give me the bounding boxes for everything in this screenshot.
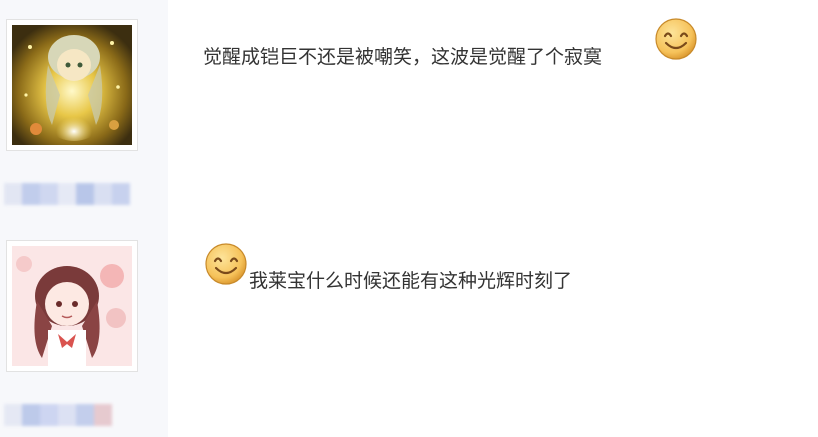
user-avatar[interactable] <box>6 240 138 372</box>
username-blurred[interactable] <box>4 181 130 207</box>
comment-text: 觉醒成铠巨不还是被嘲笑，这波是觉醒了个寂寞 <box>203 46 603 68</box>
avatar-image <box>12 246 132 366</box>
smile-emoji-icon <box>654 17 698 61</box>
avatar-image <box>12 25 132 145</box>
comment-text: 我莱宝什么时候还能有这种光辉时刻了 <box>249 270 573 292</box>
user-avatar[interactable] <box>6 19 138 151</box>
smile-emoji-icon <box>204 242 248 286</box>
username-blurred[interactable] <box>4 402 112 428</box>
